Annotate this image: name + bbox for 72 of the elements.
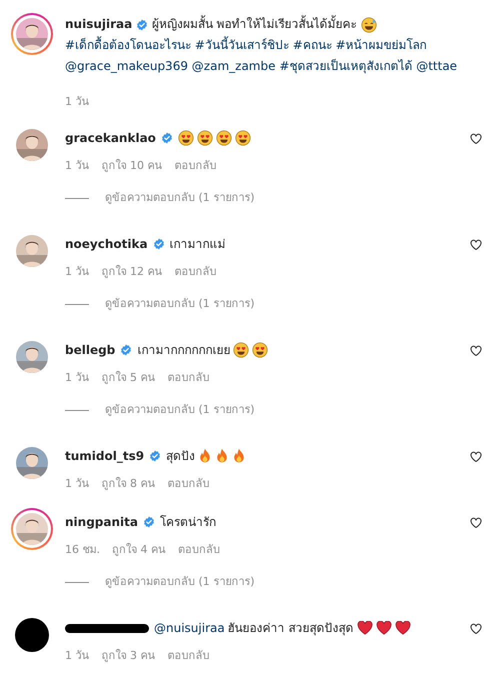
- caption-text: ผู้หญิงผมสั้น พอทำให้ไม่เรียวสั้นได้มั้ยคะ: [152, 17, 357, 31]
- username[interactable]: noeychotika: [65, 234, 148, 254]
- reply-button[interactable]: ตอบกลับ: [178, 540, 220, 560]
- heart-icon: [470, 517, 482, 529]
- likes-count[interactable]: ถูกใจ 3 คน: [102, 646, 156, 666]
- reply-button[interactable]: ตอบกลับ: [174, 156, 216, 176]
- heart-emoji-icon: [356, 621, 373, 635]
- avatar: [15, 618, 49, 652]
- reply-button[interactable]: ตอบกลับ: [174, 262, 216, 282]
- like-button[interactable]: [470, 623, 482, 635]
- heart-eyes-emoji-icon: [216, 130, 232, 146]
- heart-eyes-emoji-icon: [178, 130, 194, 146]
- tag-link[interactable]: #หน้าผมขย่มโลก: [336, 38, 427, 52]
- comment-text: สุดปัง: [166, 448, 196, 466]
- username[interactable]: ningpanita: [65, 512, 138, 532]
- view-replies-button[interactable]: ดูข้อความตอบกลับ (1 รายการ): [105, 188, 255, 208]
- comment-text: เกามากแม่: [170, 236, 226, 253]
- comment-text: ฮันยองค่าา สวยสุดปังสุด: [228, 620, 354, 638]
- likes-count[interactable]: ถูกใจ 4 คน: [112, 540, 166, 560]
- heart-icon: [470, 239, 482, 251]
- tag-link[interactable]: @nuisujiraa: [154, 618, 225, 638]
- heart-eyes-emoji-icon: [196, 130, 213, 146]
- reply-button[interactable]: ตอบกลับ: [168, 474, 210, 494]
- sweat-smile-emoji-icon: [360, 16, 377, 33]
- view-replies-button[interactable]: ดูข้อความตอบกลับ (1 รายการ): [105, 294, 255, 314]
- likes-count[interactable]: ถูกใจ 10 คน: [102, 156, 162, 176]
- heart-icon: [470, 133, 482, 145]
- like-button[interactable]: [470, 133, 482, 145]
- likes-count[interactable]: ถูกใจ 12 คน: [102, 262, 162, 282]
- timestamp: 1 วัน: [65, 158, 90, 174]
- heart-eyes-emoji-icon: [234, 130, 251, 146]
- heart-emoji-icon: [376, 621, 392, 635]
- view-replies-button[interactable]: ดูข้อความตอบกลับ (1 รายการ): [105, 400, 255, 420]
- tag-link[interactable]: #วันนี้วันเสาร์ชิปะ: [194, 38, 289, 52]
- tag-link[interactable]: #ชุดสวยเป็นเหตุสังเกตได้: [279, 59, 412, 73]
- heart-icon: [470, 345, 482, 357]
- comment-text: โครตน่ารัก: [160, 514, 216, 531]
- tag-link[interactable]: @grace_makeup369: [65, 59, 188, 73]
- timestamp: 1 วัน: [65, 370, 90, 386]
- story-ring[interactable]: [11, 13, 53, 55]
- username[interactable]: gracekanklao: [65, 128, 156, 148]
- username[interactable]: nuisujiraa: [65, 17, 132, 31]
- like-button[interactable]: [470, 451, 482, 463]
- tag-link[interactable]: @tttae: [416, 59, 458, 73]
- timestamp: 1 วัน: [65, 476, 90, 492]
- username[interactable]: tumidol_ts9: [65, 446, 144, 466]
- fire-emoji-icon: [198, 448, 212, 464]
- timestamp: 16 ชม.: [65, 542, 100, 558]
- view-replies-button[interactable]: ดูข้อความตอบกลับ (1 รายการ): [105, 572, 255, 592]
- fire-emoji-icon: [215, 448, 230, 464]
- heart-icon: [470, 451, 482, 463]
- comment-text: เกามากกกกกกเยย: [137, 342, 230, 359]
- timestamp: 1 วัน: [65, 264, 90, 280]
- username[interactable]: bellegb: [65, 340, 116, 360]
- reply-button[interactable]: ตอบกลับ: [168, 646, 210, 666]
- timestamp: 1 วัน: [65, 648, 90, 664]
- tag-link[interactable]: #เด็กดื้อต้องโดนอะไรนะ: [65, 38, 192, 52]
- heart-emoji-icon: [394, 621, 411, 635]
- likes-count[interactable]: ถูกใจ 5 คน: [102, 368, 156, 388]
- like-button[interactable]: [470, 345, 482, 357]
- timestamp: 1 วัน: [65, 95, 90, 108]
- like-button[interactable]: [470, 239, 482, 251]
- likes-count[interactable]: ถูกใจ 8 คน: [102, 474, 156, 494]
- tag-link[interactable]: #คถนะ: [292, 38, 332, 52]
- tag-link[interactable]: @zam_zambe: [192, 59, 276, 73]
- reply-button[interactable]: ตอบกลับ: [168, 368, 210, 388]
- fire-emoji-icon: [232, 448, 246, 464]
- story-ring[interactable]: [11, 508, 53, 550]
- heart-icon: [470, 623, 482, 635]
- heart-eyes-emoji-icon: [233, 342, 250, 358]
- heart-eyes-emoji-icon: [252, 342, 268, 358]
- like-button[interactable]: [470, 517, 482, 529]
